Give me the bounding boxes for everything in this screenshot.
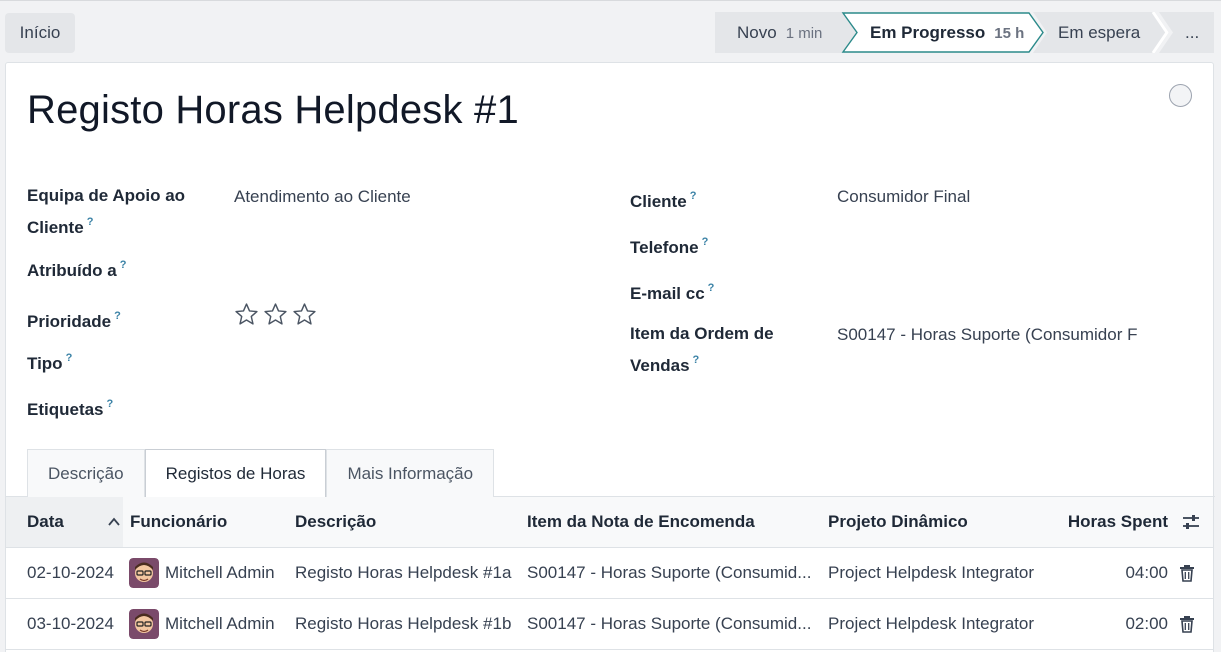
- help-icon[interactable]: ?: [702, 236, 709, 248]
- trash-icon: [1180, 565, 1194, 582]
- cell-employee[interactable]: Mitchell Admin: [129, 599, 294, 649]
- field-label-type: Tipo?: [27, 345, 72, 377]
- cell-order-item[interactable]: S00147 - Horas Suporte (Consumid...: [527, 548, 822, 598]
- kanban-state-toggle[interactable]: [1169, 84, 1192, 107]
- field-label-team-line2: Cliente: [27, 218, 84, 237]
- field-value-sale-line[interactable]: S00147 - Horas Suporte (Consumidor Final…: [837, 322, 1137, 348]
- field-label-sale-line-line2: Vendas: [630, 356, 690, 375]
- field-label-phone-text: Telefone: [630, 238, 699, 257]
- table-row[interactable]: 02-10-2024 Mitchell Admin Registo Horas …: [6, 548, 1213, 599]
- column-header-date-label: Data: [27, 512, 64, 531]
- star-icon[interactable]: [263, 302, 288, 327]
- stage-em-progresso[interactable]: Em Progresso 15 h: [843, 12, 1029, 53]
- form-sheet: Registo Horas Helpdesk #1 Equipa de Apoi…: [5, 62, 1215, 652]
- home-breadcrumb-button[interactable]: Início: [5, 13, 75, 53]
- stage-em-progresso-label: Em Progresso: [870, 22, 986, 42]
- stage-em-espera[interactable]: Em espera: [1031, 12, 1169, 53]
- field-label-customer-text: Cliente: [630, 192, 687, 211]
- priority-stars: [234, 302, 317, 327]
- help-icon[interactable]: ?: [708, 282, 715, 294]
- help-icon[interactable]: ?: [87, 216, 94, 228]
- cell-hours[interactable]: 04:00: [1066, 548, 1168, 598]
- cell-description[interactable]: Registo Horas Helpdesk #1a: [295, 548, 523, 598]
- trash-icon: [1180, 616, 1194, 633]
- employee-name: Mitchell Admin: [165, 563, 275, 582]
- cell-employee[interactable]: Mitchell Admin: [129, 548, 294, 598]
- help-icon[interactable]: ?: [66, 352, 73, 364]
- notebook-tabs: Descrição Registos de Horas Mais Informa…: [27, 449, 495, 498]
- field-label-priority: Prioridade?: [27, 303, 121, 335]
- cell-order-item[interactable]: S00147 - Horas Suporte (Consumid...: [527, 599, 822, 649]
- field-label-assigned-text: Atribuído a: [27, 261, 117, 280]
- tab-descricao[interactable]: Descrição: [27, 449, 145, 497]
- optional-columns-toggle[interactable]: [1180, 497, 1204, 547]
- employee-name: Mitchell Admin: [165, 614, 275, 633]
- field-label-tags: Etiquetas?: [27, 391, 113, 423]
- stage-novo[interactable]: Novo 1 min: [715, 12, 857, 53]
- cell-hours[interactable]: 02:00: [1066, 599, 1168, 649]
- field-label-sale-line-line1: Item da Ordem de: [630, 324, 774, 343]
- help-icon[interactable]: ?: [120, 259, 127, 271]
- field-label-email-cc: E-mail cc?: [630, 275, 714, 307]
- field-label-email-cc-text: E-mail cc: [630, 284, 705, 303]
- field-label-customer: Cliente?: [630, 183, 696, 215]
- stage-em-progresso-duration: 15 h: [994, 24, 1025, 42]
- cell-date[interactable]: 02-10-2024: [27, 548, 127, 598]
- record-title[interactable]: Registo Horas Helpdesk #1: [27, 88, 519, 133]
- field-label-team-line1: Equipa de Apoio ao: [27, 186, 186, 205]
- avatar: [129, 609, 159, 639]
- cell-date[interactable]: 03-10-2024: [27, 599, 127, 649]
- help-icon[interactable]: ?: [693, 354, 700, 366]
- field-label-phone: Telefone?: [630, 229, 708, 261]
- field-label-type-text: Tipo: [27, 354, 63, 373]
- timesheet-table: Data Funcionário Descrição Item da Nota …: [6, 497, 1213, 650]
- field-label-assigned: Atribuído a?: [27, 252, 126, 284]
- cell-project[interactable]: Project Helpdesk Integrator: [828, 599, 1058, 649]
- help-icon[interactable]: ?: [690, 190, 697, 202]
- stage-more-button[interactable]: ...: [1155, 12, 1214, 53]
- stage-em-espera-label: Em espera: [1058, 22, 1141, 42]
- field-label-tags-text: Etiquetas: [27, 400, 104, 419]
- control-panel: Início Novo 1 min Em Progresso 15 h Em esp…: [0, 0, 1221, 62]
- tab-registos-de-horas[interactable]: Registos de Horas: [144, 449, 327, 498]
- cell-project[interactable]: Project Helpdesk Integrator: [828, 548, 1058, 598]
- help-icon[interactable]: ?: [107, 398, 114, 410]
- field-value-customer[interactable]: Consumidor Final: [837, 184, 1137, 210]
- sort-ascending-icon: [108, 517, 120, 526]
- column-header-employee[interactable]: Funcionário: [130, 497, 290, 547]
- cell-description[interactable]: Registo Horas Helpdesk #1b: [295, 599, 523, 649]
- help-icon[interactable]: ?: [114, 310, 121, 322]
- delete-row-button[interactable]: [1178, 599, 1202, 649]
- stage-statusbar: Novo 1 min Em Progresso 15 h Em espera ...: [715, 12, 1214, 53]
- stage-more-label: ...: [1185, 22, 1200, 42]
- field-label-sale-line: Item da Ordem de Vendas?: [630, 321, 820, 379]
- table-row[interactable]: 03-10-2024 Mitchell Admin Registo Horas …: [6, 599, 1213, 650]
- sliders-icon: [1183, 515, 1199, 529]
- avatar: [129, 558, 159, 588]
- tab-mais-informacao[interactable]: Mais Informação: [326, 449, 495, 497]
- star-icon[interactable]: [234, 302, 259, 327]
- column-header-order-item[interactable]: Item da Nota de Encomenda: [527, 497, 822, 547]
- stage-novo-label: Novo: [737, 22, 777, 42]
- field-label-priority-text: Prioridade: [27, 312, 112, 331]
- column-header-date[interactable]: Data: [27, 497, 121, 547]
- stage-novo-duration: 1 min: [785, 24, 823, 42]
- star-icon[interactable]: [292, 302, 317, 327]
- field-label-team: Equipa de Apoio ao Cliente?: [27, 183, 217, 241]
- table-header: Data Funcionário Descrição Item da Nota …: [6, 497, 1213, 548]
- column-header-description[interactable]: Descrição: [295, 497, 520, 547]
- delete-row-button[interactable]: [1178, 548, 1202, 598]
- column-header-hours[interactable]: Horas Spent: [1066, 497, 1168, 547]
- column-header-project[interactable]: Projeto Dinâmico: [828, 497, 1058, 547]
- field-value-team[interactable]: Atendimento ao Cliente: [234, 184, 594, 210]
